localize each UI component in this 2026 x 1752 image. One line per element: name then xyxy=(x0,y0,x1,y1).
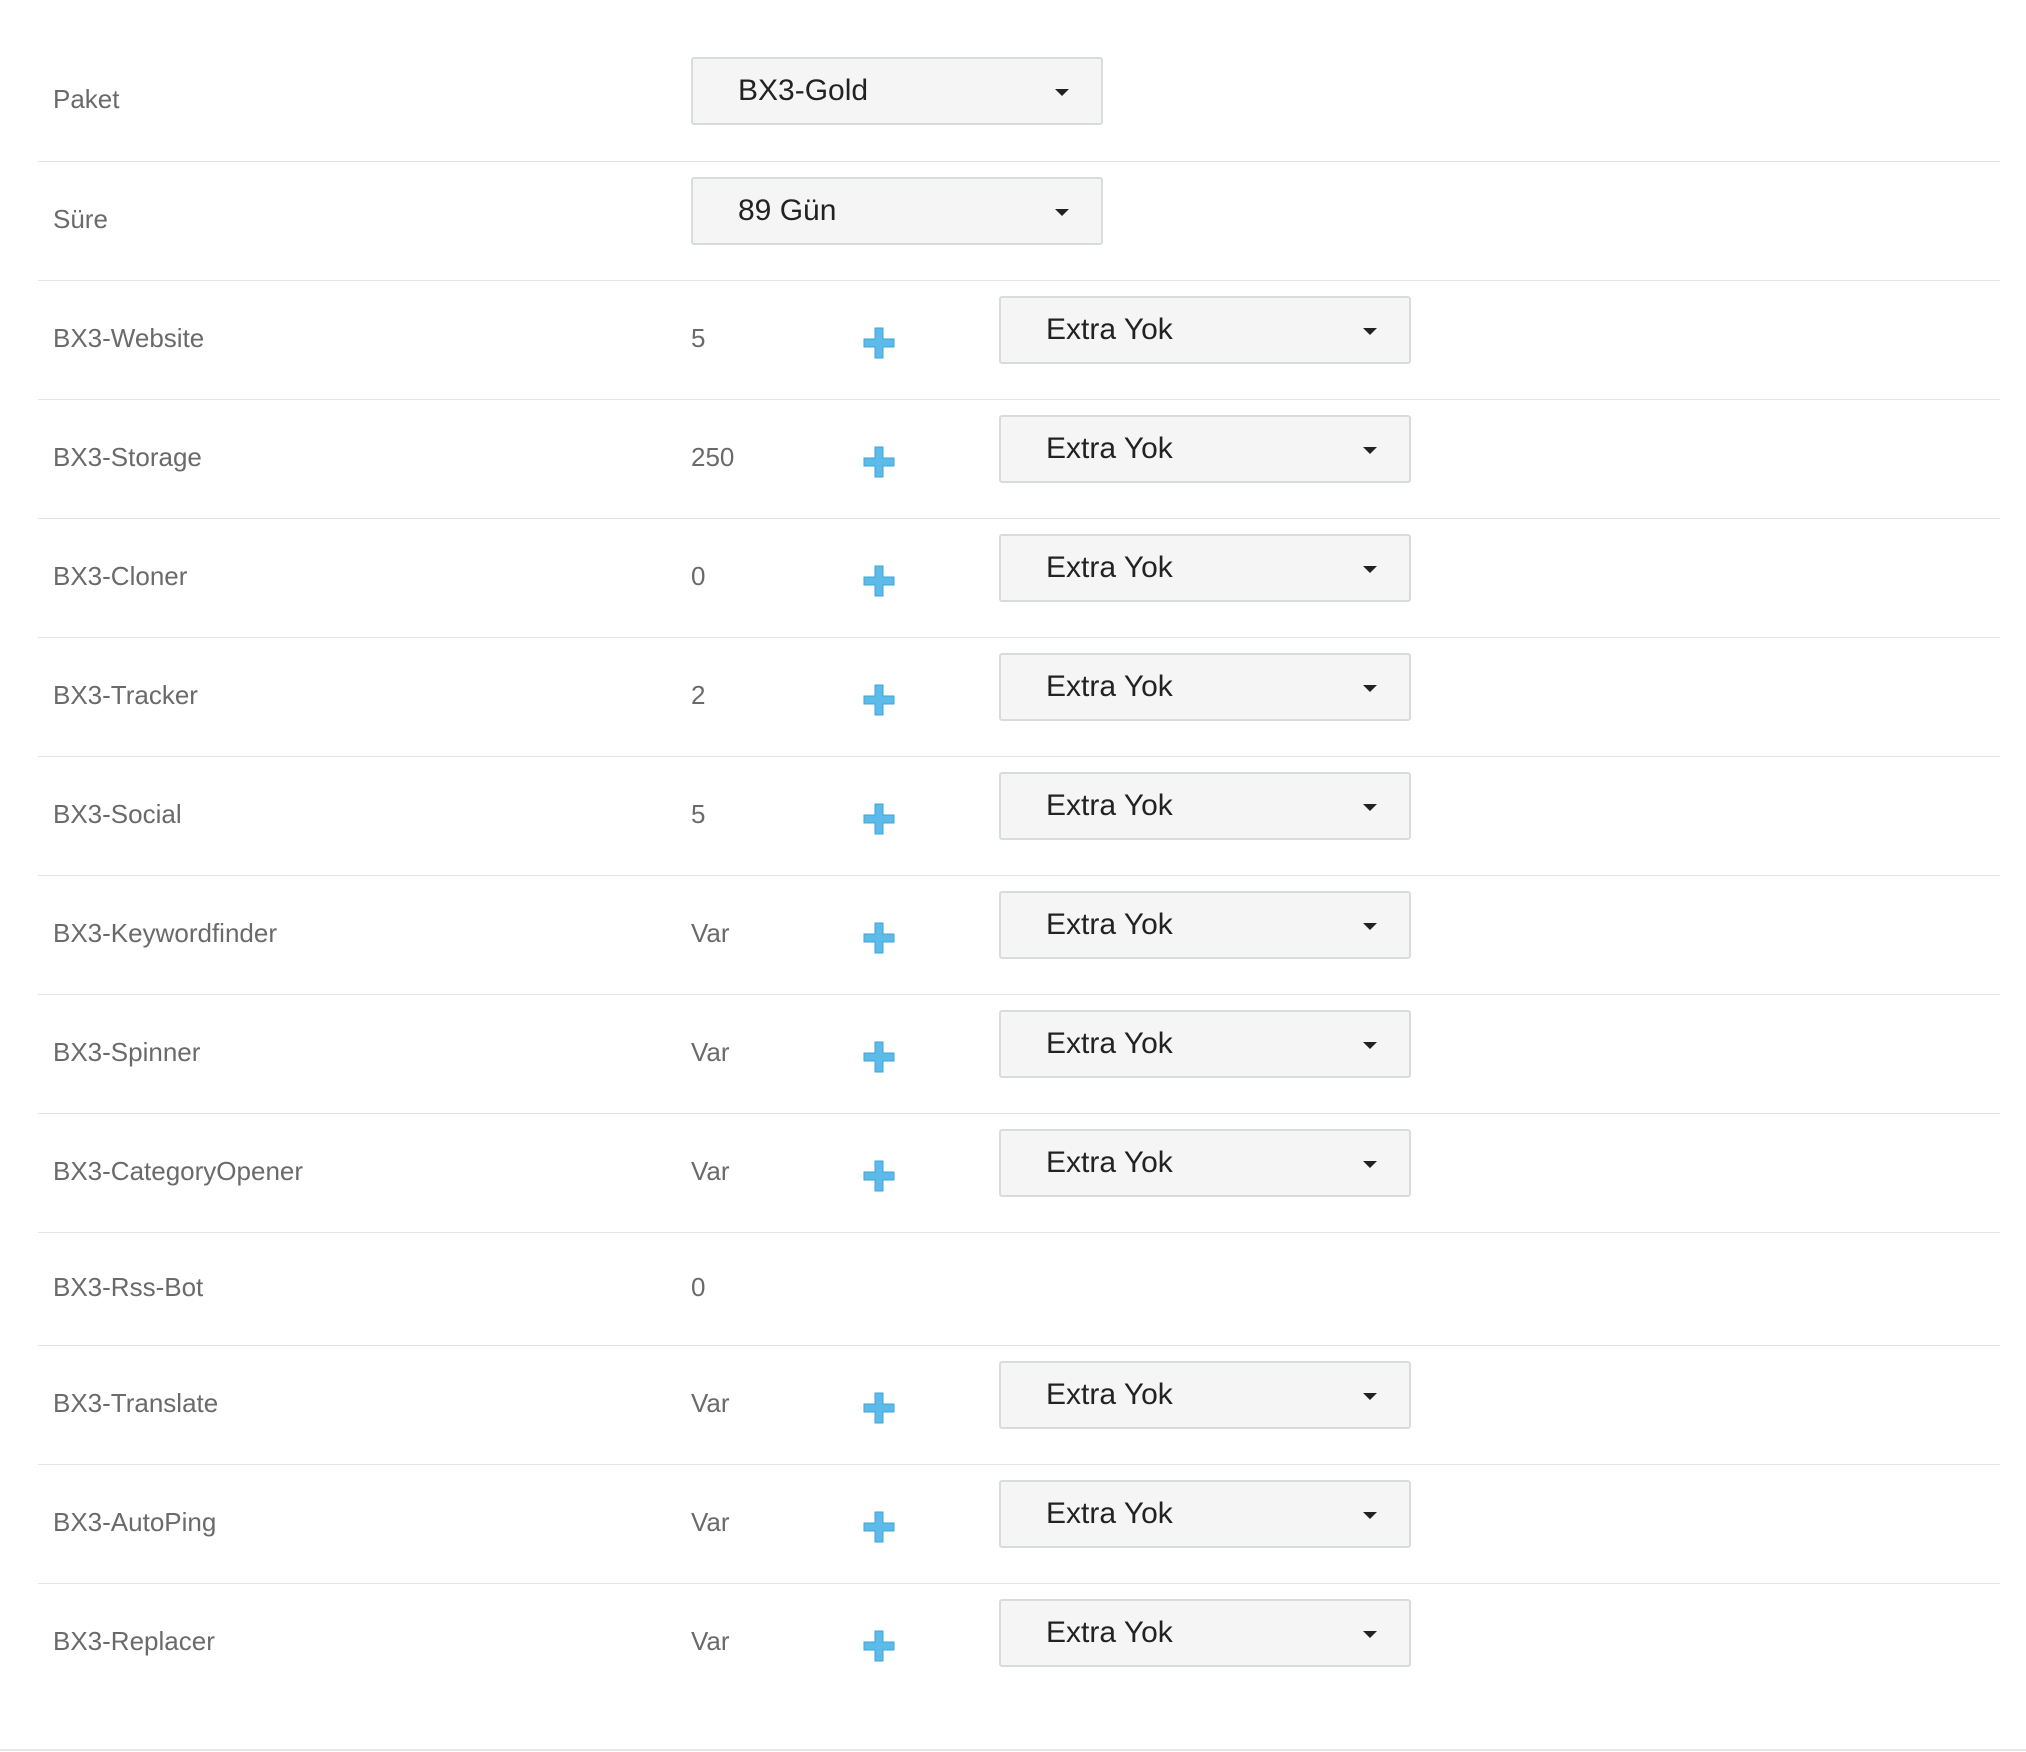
select-value: Extra Yok xyxy=(1046,1616,1173,1649)
extra-select[interactable]: Extra Yok xyxy=(999,772,1411,840)
row-paket: Paket BX3-Gold xyxy=(38,0,2000,162)
caret-down-icon xyxy=(1363,923,1377,930)
select-value: BX3-Gold xyxy=(738,74,869,107)
row-bx3-keywordfinder: BX3-Keywordfinder Var Extra Yok xyxy=(38,876,2000,995)
row-label: BX3-Spinner xyxy=(53,1037,201,1067)
row-label: BX3-Tracker xyxy=(53,680,198,710)
plus-icon[interactable] xyxy=(863,1160,895,1192)
select-value: Extra Yok xyxy=(1046,432,1173,465)
plus-icon[interactable] xyxy=(863,1630,895,1662)
plus-icon[interactable] xyxy=(863,1392,895,1424)
caret-down-icon xyxy=(1363,1393,1377,1400)
row-value: 5 xyxy=(691,799,706,829)
select-value: 89 Gün xyxy=(738,194,837,227)
row-label: BX3-AutoPing xyxy=(53,1507,217,1537)
select-value: Extra Yok xyxy=(1046,1146,1173,1179)
package-select[interactable]: BX3-Gold xyxy=(691,57,1103,125)
row-sure: Süre 89 Gün xyxy=(38,162,2000,281)
row-bx3-website: BX3-Website 5 Extra Yok xyxy=(38,281,2000,400)
plus-icon[interactable] xyxy=(863,327,895,359)
caret-down-icon xyxy=(1363,804,1377,811)
row-label: BX3-CategoryOpener xyxy=(53,1156,304,1186)
row-label: Süre xyxy=(53,204,108,234)
caret-down-icon xyxy=(1363,447,1377,454)
extra-select[interactable]: Extra Yok xyxy=(999,534,1411,602)
row-bx3-autoping: BX3-AutoPing Var Extra Yok xyxy=(38,1465,2000,1584)
row-value: Var xyxy=(691,1156,730,1186)
row-value: Var xyxy=(691,1507,730,1537)
select-value: Extra Yok xyxy=(1046,1497,1173,1530)
plus-icon[interactable] xyxy=(863,565,895,597)
caret-down-icon xyxy=(1363,1042,1377,1049)
bottom-divider xyxy=(0,1749,2026,1751)
select-value: Extra Yok xyxy=(1046,1027,1173,1060)
row-bx3-replacer: BX3-Replacer Var Extra Yok xyxy=(38,1584,2000,1748)
row-bx3-spinner: BX3-Spinner Var Extra Yok xyxy=(38,995,2000,1114)
row-value: 0 xyxy=(691,561,706,591)
plus-icon[interactable] xyxy=(863,1041,895,1073)
select-value: Extra Yok xyxy=(1046,908,1173,941)
select-value: Extra Yok xyxy=(1046,313,1173,346)
caret-down-icon xyxy=(1363,328,1377,335)
row-value: 0 xyxy=(691,1272,706,1302)
extra-select[interactable]: Extra Yok xyxy=(999,1480,1411,1548)
row-label: BX3-Keywordfinder xyxy=(53,918,277,948)
row-bx3-cloner: BX3-Cloner 0 Extra Yok xyxy=(38,519,2000,638)
row-label: BX3-Social xyxy=(53,799,182,829)
extra-select[interactable]: Extra Yok xyxy=(999,653,1411,721)
row-bx3-social: BX3-Social 5 Extra Yok xyxy=(38,757,2000,876)
row-bx3-rss-bot: BX3-Rss-Bot 0 xyxy=(38,1233,2000,1346)
row-bx3-translate: BX3-Translate Var Extra Yok xyxy=(38,1346,2000,1465)
row-label: Paket xyxy=(53,84,120,114)
extra-select[interactable]: Extra Yok xyxy=(999,415,1411,483)
row-label: BX3-Cloner xyxy=(53,561,188,591)
caret-down-icon xyxy=(1055,89,1069,96)
select-value: Extra Yok xyxy=(1046,551,1173,584)
extra-select[interactable]: Extra Yok xyxy=(999,296,1411,364)
row-value: 2 xyxy=(691,680,706,710)
row-value: Var xyxy=(691,1626,730,1656)
duration-select[interactable]: 89 Gün xyxy=(691,177,1103,245)
plus-icon[interactable] xyxy=(863,684,895,716)
caret-down-icon xyxy=(1363,1161,1377,1168)
select-value: Extra Yok xyxy=(1046,670,1173,703)
row-value: 250 xyxy=(691,442,735,472)
row-label: BX3-Rss-Bot xyxy=(53,1272,204,1302)
row-value: Var xyxy=(691,918,730,948)
row-value: Var xyxy=(691,1388,730,1418)
caret-down-icon xyxy=(1363,1512,1377,1519)
row-value: Var xyxy=(691,1037,730,1067)
row-value: 5 xyxy=(691,323,706,353)
extra-select[interactable]: Extra Yok xyxy=(999,1129,1411,1197)
plus-icon[interactable] xyxy=(863,1511,895,1543)
package-options-table: Paket BX3-Gold Süre 89 Gün BX3-Website 5… xyxy=(38,0,2000,1748)
row-bx3-storage: BX3-Storage 250 Extra Yok xyxy=(38,400,2000,519)
extra-select[interactable]: Extra Yok xyxy=(999,891,1411,959)
caret-down-icon xyxy=(1363,566,1377,573)
row-bx3-categoryopener: BX3-CategoryOpener Var Extra Yok xyxy=(38,1114,2000,1233)
extra-select[interactable]: Extra Yok xyxy=(999,1361,1411,1429)
select-value: Extra Yok xyxy=(1046,1378,1173,1411)
row-bx3-tracker: BX3-Tracker 2 Extra Yok xyxy=(38,638,2000,757)
extra-select[interactable]: Extra Yok xyxy=(999,1599,1411,1667)
extra-select[interactable]: Extra Yok xyxy=(999,1010,1411,1078)
plus-icon[interactable] xyxy=(863,922,895,954)
select-value: Extra Yok xyxy=(1046,789,1173,822)
row-label: BX3-Translate xyxy=(53,1388,219,1418)
caret-down-icon xyxy=(1363,685,1377,692)
caret-down-icon xyxy=(1363,1631,1377,1638)
plus-icon[interactable] xyxy=(863,446,895,478)
row-label: BX3-Replacer xyxy=(53,1626,215,1656)
plus-icon[interactable] xyxy=(863,803,895,835)
caret-down-icon xyxy=(1055,209,1069,216)
row-label: BX3-Website xyxy=(53,323,205,353)
row-label: BX3-Storage xyxy=(53,442,202,472)
